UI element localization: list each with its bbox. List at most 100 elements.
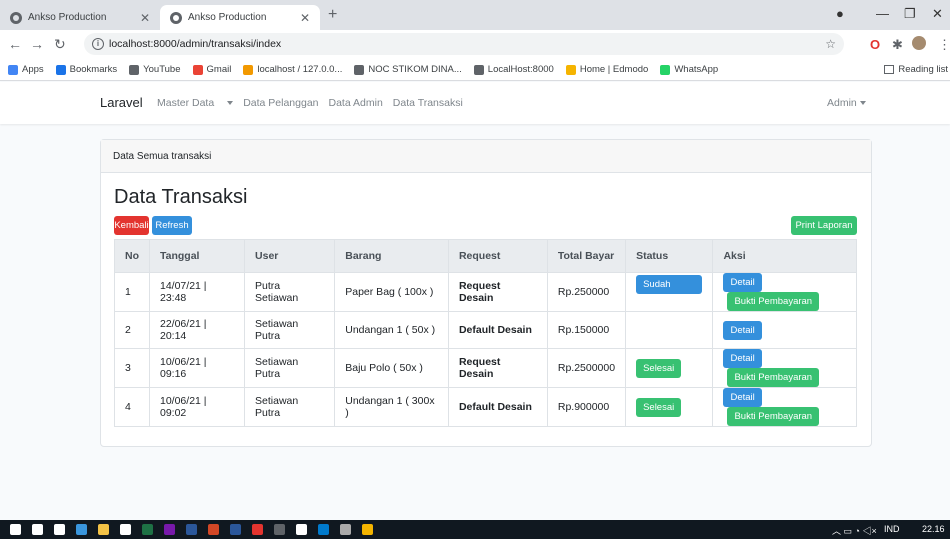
column-header: Request [447,239,548,273]
app-navbar: Laravel Master Data Data Pelanggan Data … [0,82,950,124]
back-arrow-icon[interactable]: ← [8,36,22,52]
brand-link[interactable]: Laravel [100,95,143,110]
cell-item: Undangan 1 ( 300x ) [334,387,449,427]
nav-data-transaksi[interactable]: Data Transaksi [393,97,463,109]
table-body: 1 14/07/21 | 23:48 Putra Setiawan Paper Bag… [114,272,857,427]
bookmark-item[interactable]: YouTube [129,64,181,75]
app-icon[interactable] [252,524,263,535]
url-input[interactable]: i localhost:8000/admin/transaksi/index ☆ [84,33,844,55]
bookmark-star-icon[interactable]: ☆ [825,37,836,51]
word-icon[interactable] [186,524,197,535]
edge-icon[interactable] [76,524,87,535]
bookmark-label: Bookmarks [69,64,118,75]
bookmark-item[interactable]: NOC STIKOM DINA... [354,64,462,75]
column-header: Status [625,239,714,273]
browser-tab[interactable]: Ankso Production ✕ [0,5,160,30]
back-button[interactable]: Kembali [114,216,149,235]
cell-actions: DetailBukti Pembayaran [712,272,857,312]
close-tab-icon[interactable]: ✕ [140,11,150,25]
cell-user: Setiawan Putra [244,311,336,349]
bookmark-item[interactable]: localhost / 127.0.0... [243,64,342,75]
cell-item: Paper Bag ( 100x ) [334,272,449,312]
tray-icons[interactable]: ︿ ▭ ◔ ◁× [832,524,877,537]
chrome-profile-icon[interactable]: ● [836,6,844,21]
cell-request: Default Desain [447,311,548,349]
cell-user: Setiawan Putra [244,348,336,388]
bookmark-item[interactable]: Apps [8,64,44,75]
onenote-icon[interactable] [164,524,175,535]
nav-master-data[interactable]: Master Data [157,97,234,109]
bookmark-item[interactable]: Gmail [192,64,231,75]
task-view-icon[interactable] [54,524,65,535]
app-icon[interactable] [274,524,285,535]
terminal-icon[interactable] [340,524,351,535]
browser-tab-active[interactable]: Ankso Production ✕ [160,5,320,30]
access-icon[interactable] [230,524,241,535]
payment-proof-button[interactable]: Bukti Pembayaran [727,292,820,311]
tab-title: Ankso Production [188,12,267,23]
url-text: localhost:8000/admin/transaksi/index [109,38,282,50]
status-badge[interactable]: Selesai [636,397,682,417]
clock[interactable]: 22.16 [922,524,945,534]
browser-tab-strip: Ankso Production ✕ Ankso Production ✕ + … [0,0,950,30]
language-indicator[interactable]: IND [884,524,900,534]
close-window-button[interactable]: ✕ [932,6,943,22]
globe-icon [473,64,484,75]
globe-icon [129,64,140,75]
extensions-puzzle-icon[interactable]: ✱ [892,37,903,53]
search-icon[interactable] [32,524,43,535]
maximize-button[interactable]: ❐ [904,6,916,22]
nav-links: Master Data Data Pelanggan Data Admin Da… [157,97,473,109]
app-icon[interactable] [296,524,307,535]
windows-start-icon[interactable] [10,524,21,535]
table-row: 4 10/06/21 | 09:02 Setiawan Putra Undangan … [114,387,857,427]
powerpoint-icon[interactable] [208,524,219,535]
reading-list-button[interactable]: Reading list [884,64,948,75]
nav-data-admin[interactable]: Data Admin [329,97,383,109]
close-tab-icon[interactable]: ✕ [300,11,310,25]
forward-arrow-icon[interactable]: → [30,36,44,52]
cell-date: 10/06/21 | 09:02 [148,387,246,427]
cell-user: Setiawan Putra [244,387,336,427]
bookmark-label: LocalHost:8000 [487,64,554,75]
print-report-button[interactable]: Print Laporan [791,216,857,235]
card-header: Data Semua transaksi [101,140,871,173]
payment-proof-button[interactable]: Bukti Pembayaran [727,407,820,426]
reload-icon[interactable]: ↻ [54,36,66,53]
cell-no: 2 [114,311,150,349]
user-menu-label: Admin [827,97,857,109]
detail-button[interactable]: Detail [723,320,762,340]
kebab-menu-icon[interactable]: ⋮ [938,37,950,53]
avatar[interactable] [912,36,926,50]
refresh-button[interactable]: Refresh [152,216,192,235]
bookmark-item[interactable]: Home | Edmodo [565,64,648,75]
excel-icon[interactable] [142,524,153,535]
cell-request: Request Desain [447,272,548,312]
opera-icon[interactable]: O [870,37,880,52]
detail-button[interactable]: Detail [723,273,762,292]
tab-title: Ankso Production [28,12,107,23]
detail-button[interactable]: Detail [723,388,762,407]
detail-button[interactable]: Detail [723,349,762,368]
bookmark-item[interactable]: Bookmarks [55,64,118,75]
nav-data-pelanggan[interactable]: Data Pelanggan [243,97,318,109]
payment-proof-button[interactable]: Bukti Pembayaran [727,368,820,387]
vscode-icon[interactable] [318,524,329,535]
info-icon[interactable]: i [92,38,104,50]
bookmark-item[interactable]: LocalHost:8000 [473,64,554,75]
phpmyadmin-icon [243,64,254,75]
user-menu[interactable]: Admin [827,97,866,109]
status-badge[interactable]: Selesai [636,358,682,378]
bookmark-item[interactable]: WhatsApp [660,64,718,75]
cell-total: Rp.2500000 [546,348,627,388]
store-icon[interactable] [120,524,131,535]
status-badge[interactable]: Sudah Bayar [636,275,703,309]
cell-actions: DetailBukti Pembayaran [712,387,857,427]
cell-date: 10/06/21 | 09:16 [148,348,246,388]
table-header-row: No Tanggal User Barang Request Total Bay… [114,239,857,273]
new-tab-button[interactable]: + [328,6,337,24]
chrome-icon[interactable] [362,524,373,535]
file-explorer-icon[interactable] [98,524,109,535]
minimize-button[interactable]: — [876,6,889,21]
cell-item: Undangan 1 ( 50x ) [334,311,449,349]
